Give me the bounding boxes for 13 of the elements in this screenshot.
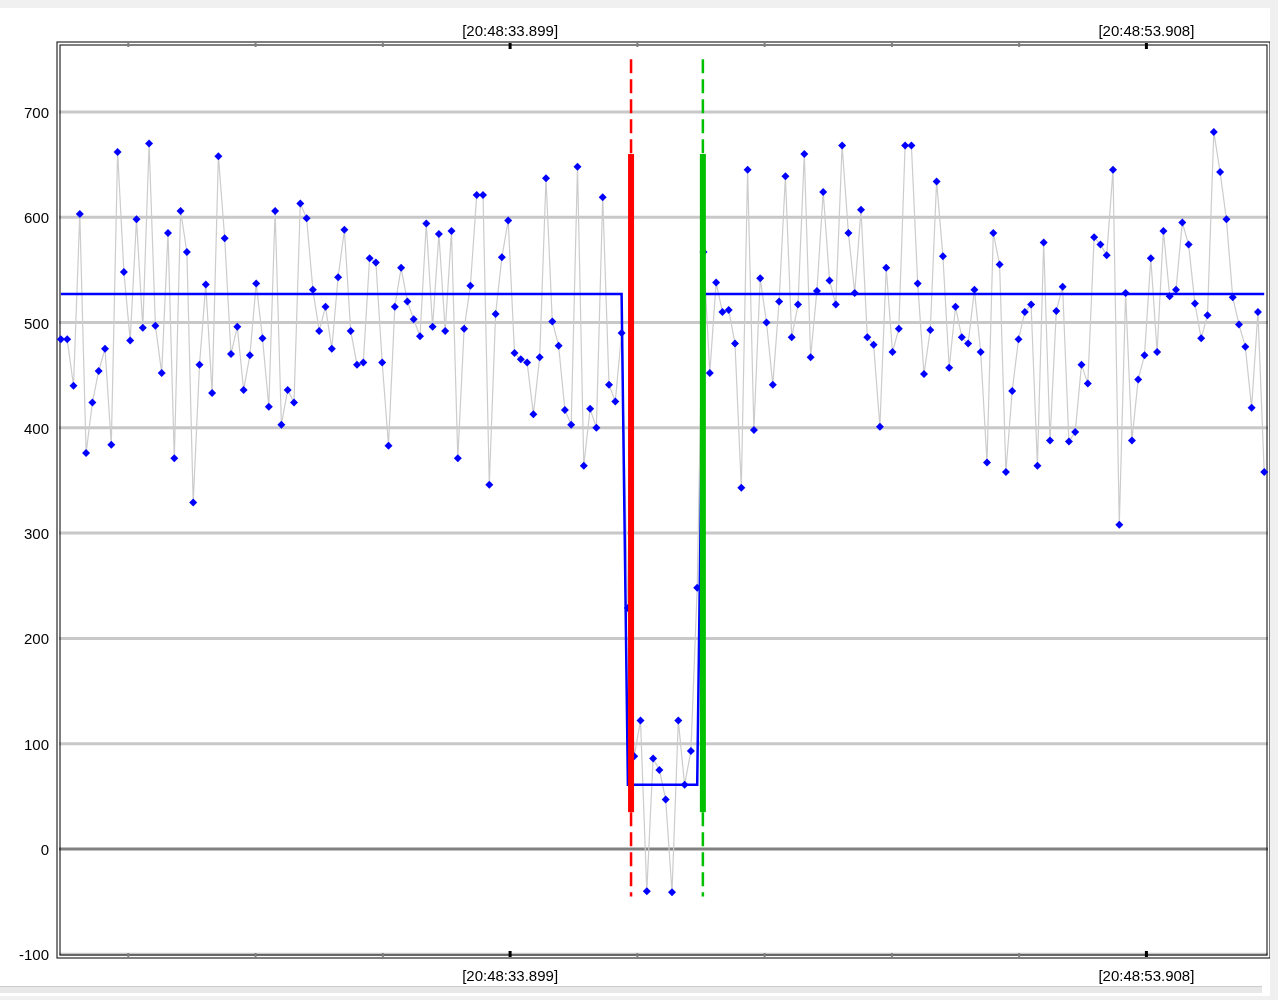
axis-tick-label: 300 [23,525,49,543]
axis-tick-label: [20:48:33.899] [462,22,559,39]
axis-tick-label: [20:48:53.908] [1098,22,1195,39]
axis-tick-label: 400 [23,419,49,437]
axis-tick-label: 100 [23,735,49,753]
axis-tick-label: 500 [23,314,49,332]
axis-tick-label: 600 [23,209,49,227]
axis-tick-label: 200 [23,630,49,648]
axis-tick-label: 0 [40,841,49,858]
axis-tick-label: [20:48:53.908] [1098,967,1195,984]
axis-tick-label: 700 [23,103,49,121]
axis-tick-label: -100 [18,946,49,964]
axis-tick-label: [20:48:33.899] [462,967,559,984]
